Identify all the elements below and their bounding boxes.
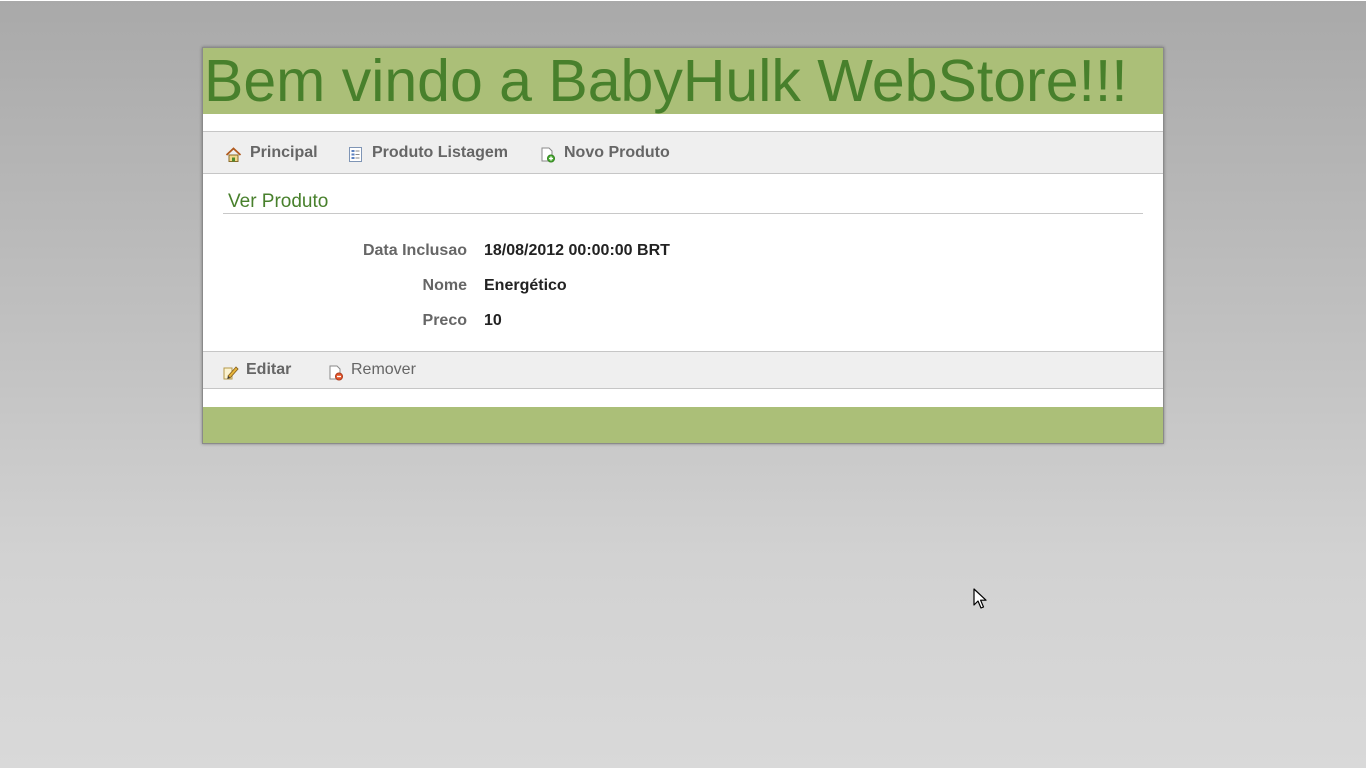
property-row-data-inclusao: Data Inclusao 18/08/2012 00:00:00 BRT xyxy=(203,239,1163,263)
home-icon xyxy=(225,147,242,162)
page-title: Ver Produto xyxy=(223,190,1143,214)
list-icon xyxy=(349,147,362,162)
nav-item-label: Principal xyxy=(250,144,318,161)
site-header: Bem vindo a BabyHulk WebStore!!! xyxy=(203,48,1163,114)
action-buttons-bar: Editar Remover xyxy=(203,351,1163,389)
property-row-preco: Preco 10 xyxy=(203,309,1163,333)
property-value: 10 xyxy=(484,312,502,329)
property-label: Preco xyxy=(422,312,467,329)
nav-item-label: Produto Listagem xyxy=(372,144,509,161)
property-value: Energético xyxy=(484,277,567,294)
nav-item-label: Novo Produto xyxy=(564,144,670,161)
site-title: Bem vindo a BabyHulk WebStore!!! xyxy=(204,48,1128,114)
edit-icon xyxy=(223,366,239,380)
navigation-bar: Principal Produto Listagem Novo Produto xyxy=(203,131,1163,174)
property-value: 18/08/2012 00:00:00 BRT xyxy=(484,242,670,259)
delete-document-icon xyxy=(329,365,343,381)
property-row-nome: Nome Energético xyxy=(203,274,1163,298)
property-label: Nome xyxy=(422,277,467,294)
property-label: Data Inclusao xyxy=(362,242,467,259)
edit-button-label: Editar xyxy=(246,361,292,378)
browser-top-edge xyxy=(0,0,1366,1)
remove-button-label: Remover xyxy=(351,361,416,378)
site-footer xyxy=(203,407,1163,443)
new-document-icon xyxy=(541,147,555,163)
page-container: Bem vindo a BabyHulk WebStore!!! Princip… xyxy=(202,47,1164,444)
mouse-pointer-icon xyxy=(973,588,987,609)
